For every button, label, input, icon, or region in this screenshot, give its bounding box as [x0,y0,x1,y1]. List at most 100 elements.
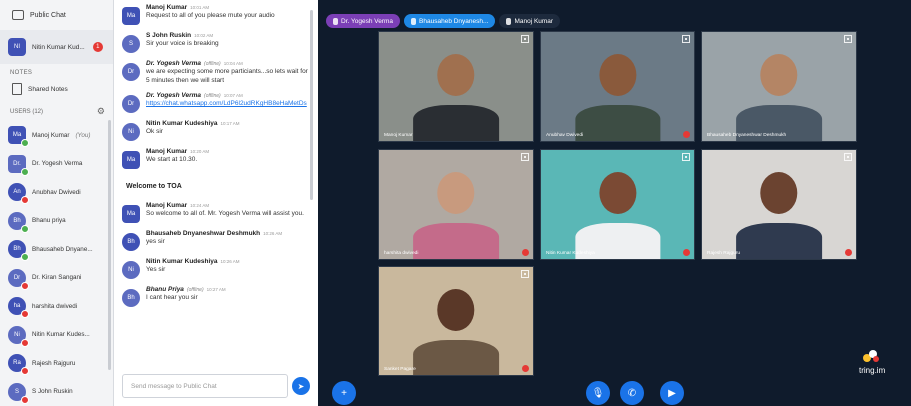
chat-message: Ni Nitin Kumar Kudeshiya 10:26 AM Yes sir [114,251,318,279]
video-tile[interactable]: Nitin Kumar Kudeshiya [540,149,695,260]
message-header: Bhanu Priya (offline) 10:27 AM [146,286,226,293]
chat-message: S S John Ruskin 10:02 AM Sir your voice is … [114,25,318,53]
user-name: Dr. Kiran Sangani [32,274,82,282]
message-header: S John Ruskin 10:02 AM [146,32,219,39]
avatar: Ni [122,123,140,141]
muted-mic-icon [522,249,529,256]
message-body: S John Ruskin 10:02 AM Sir your voice is b… [146,32,219,53]
video-tile[interactable]: Sanket Pagare [378,266,534,376]
message-header: Manoj Kumar 10:24 AM [146,202,304,209]
video-tile[interactable]: Anubhav Dwivedi [540,31,695,142]
user-list-item[interactable]: An Anubhav Dwivedi [0,178,113,207]
message-time: 10:26 AM [220,259,240,264]
talking-name: Manoj Kumar [514,17,554,25]
fullscreen-icon[interactable] [521,35,529,43]
avatar-initials: Ma [126,13,136,19]
video-tile[interactable]: Bhausaheb Dnyaneshwar Deshmukh [701,31,857,142]
video-tile[interactable]: harshita dwivedi [378,149,534,260]
sender-name: Bhanu Priya [146,286,184,293]
avatar: Ma [122,151,140,169]
user-list-item[interactable]: Ma Manoj Kumar (You) [0,121,113,150]
gear-icon[interactable]: ⚙ [97,106,105,117]
mute-button[interactable]: 🎙 [586,381,610,405]
chat-scrollbar[interactable] [310,10,313,200]
mic-status-icon [21,196,29,205]
participant-name: harshita dwivedi [384,251,419,256]
message-text: Sir your voice is breaking [146,40,219,47]
chat-message: Dr Dr. Yogesh Verma (offline) 10:07 AM https… [114,85,318,113]
muted-mic-icon [683,249,690,256]
user-list-item[interactable]: S S John Ruskin [0,378,113,406]
talking-indicator[interactable]: Bhausaheb Dnyanesh... [404,14,496,28]
muted-mic-icon [845,249,852,256]
video-tile[interactable]: Rajesh Rajguru [701,149,857,260]
mic-status-icon [21,367,29,376]
chat-messages-2: Ma Manoj Kumar 10:24 AM So welcome to all o… [114,202,318,307]
message-text: We start at 10.30. [146,156,198,163]
participant-body [413,223,499,259]
leave-audio-button[interactable]: ✆ [620,381,644,405]
avatar-initials: S [14,388,19,395]
user-list-item[interactable]: Bh Bhausaheb Dnyane... [0,235,113,264]
avatar-initials: Dr [13,274,21,281]
message-text: I cant hear you sir [146,294,198,301]
avatar-initials: Ra [13,360,21,367]
user-list-item[interactable]: Bh Bhanu priya [0,207,113,236]
avatar-initials: Ni [128,129,134,135]
avatar: Ma [122,7,140,25]
user-name: Bhausaheb Dnyane... [32,245,93,253]
talking-indicator[interactable]: Dr. Yogesh Verma [326,14,401,28]
avatar: Bh [122,233,140,251]
user-list-item[interactable]: Ra Rajesh Rajguru [0,349,113,378]
message-text: Yes sir [146,266,166,273]
avatar: Dr. [8,154,29,176]
avatar: Dr [122,63,140,81]
chat-messages: Ma Manoj Kumar 10:01 AM Request to all of y… [114,0,318,169]
fullscreen-icon[interactable] [844,35,852,43]
avatar: Ma [122,205,140,223]
user-name: Manoj Kumar [32,131,70,139]
users-heading: USERS (12) [10,108,44,115]
chat-input[interactable]: Send message to Public Chat [122,374,288,398]
avatar: S [122,35,140,53]
user-list-item[interactable]: Dr Dr. Kiran Sangani [0,264,113,293]
user-name: Bhanu priya [32,217,66,225]
avatar-initials: Ma [126,211,136,217]
video-tile[interactable]: Manoj Kumar [378,31,534,142]
chat-message: Bh Bhausaheb Dnyaneshwar Deshmukh 10:26 AM… [114,223,318,251]
conference-app: Public Chat NI Nitin Kumar Kud... 1 NOTE… [0,0,911,406]
avatar-initials: Ni [14,331,20,338]
user-list-item[interactable]: ha harshita dwivedi [0,292,113,321]
message-body: Bhanu Priya (offline) 10:27 AM I cant hear … [146,286,226,307]
mic-status-icon [21,281,29,290]
sender-name: Manoj Kumar [146,202,188,209]
avatar-initials: Bh [127,239,135,245]
actions-button[interactable]: + [332,381,356,405]
participant-name: Manoj Kumar [384,133,413,138]
participant-body [413,339,499,375]
private-chat-item[interactable]: NI Nitin Kumar Kud... 1 [0,30,113,64]
notes-icon [12,83,22,95]
participant-name: Nitin Kumar Kudeshiya [546,251,595,256]
fullscreen-icon[interactable] [521,153,529,161]
fullscreen-icon[interactable] [844,153,852,161]
fullscreen-icon[interactable] [682,153,690,161]
talking-indicator[interactable]: Manoj Kumar [499,14,561,28]
user-name: Dr. Yogesh Verma [32,160,83,168]
user-list-item[interactable]: Ni Nitin Kumar Kudes... [0,321,113,350]
message-text: So welcome to all of. Mr. Yogesh Verma w… [146,210,304,217]
fullscreen-icon[interactable] [682,35,690,43]
sidebar-scrollbar[interactable] [108,120,111,370]
avatar: Ma [8,126,29,148]
user-list-item[interactable]: Dr. Dr. Yogesh Verma [0,150,113,179]
public-chat-item[interactable]: Public Chat [0,0,113,30]
shared-notes-item[interactable]: Shared Notes [0,78,113,100]
fullscreen-icon[interactable] [521,270,529,278]
share-webcam-button[interactable]: ▶ [660,381,684,405]
mic-status-icon [21,395,29,404]
avatar: Bh [122,289,140,307]
message-link[interactable]: https://chat.whatsapp.com/LdP6l2udRKgHB8… [146,99,307,108]
sender-name: S John Ruskin [146,32,192,39]
mic-status-icon [21,253,29,262]
send-button[interactable]: ➤ [292,377,310,395]
